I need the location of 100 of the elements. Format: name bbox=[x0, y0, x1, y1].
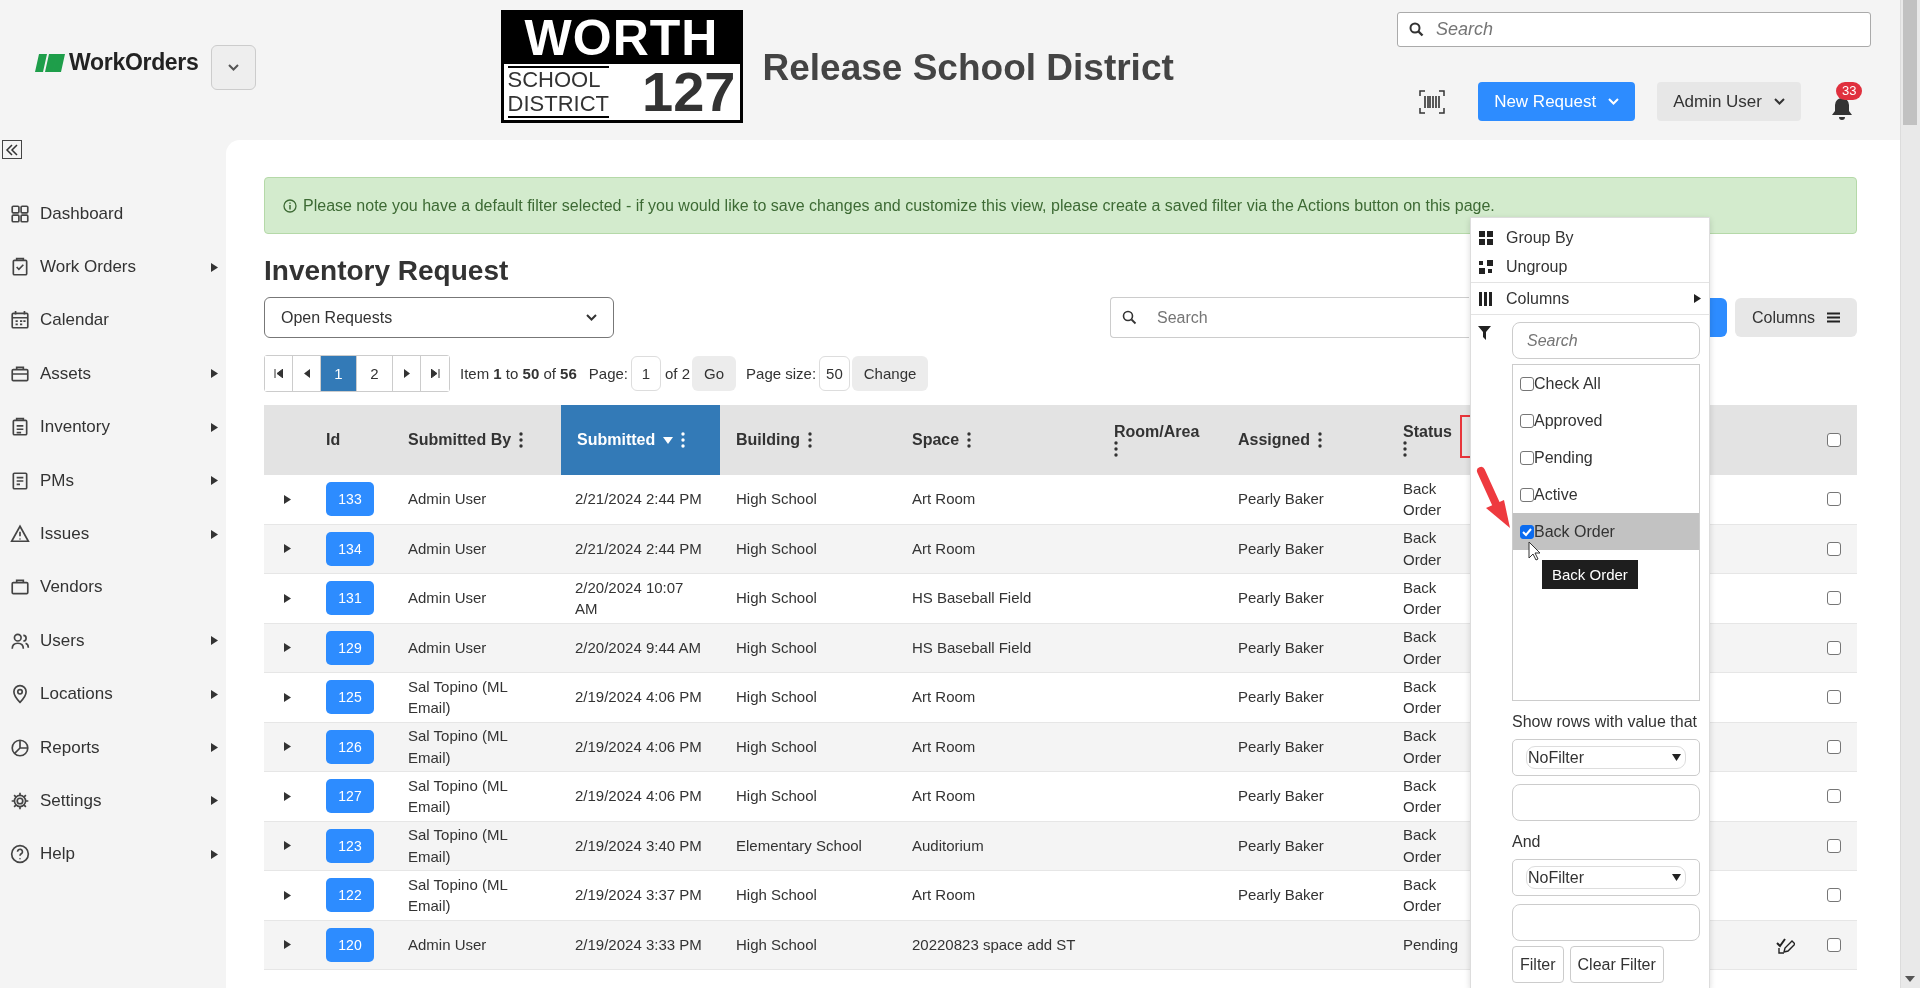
sidebar-item[interactable]: Users bbox=[0, 614, 226, 668]
table-cell-text: High School bbox=[736, 637, 817, 658]
table-cell-text: Back Order bbox=[1403, 478, 1443, 521]
table-cell-text: High School bbox=[736, 736, 817, 757]
menu-item[interactable]: Ungroup bbox=[1471, 252, 1709, 281]
table-cell-text: High School bbox=[736, 588, 817, 609]
table-cell-text: Admin User bbox=[408, 637, 487, 658]
filter-search-field[interactable]: Search bbox=[1512, 322, 1700, 359]
table-cell-text: Art Room bbox=[912, 687, 976, 708]
list-option[interactable]: Approved bbox=[1513, 402, 1699, 439]
page-size-input[interactable]: 50 bbox=[819, 356, 850, 391]
sidebar-item[interactable]: Assets bbox=[0, 347, 226, 401]
table-cell-text: Sal Topino (ML Email) bbox=[408, 825, 509, 867]
table-cell-text: Art Room bbox=[912, 786, 976, 807]
sidebar-item[interactable]: Calendar bbox=[0, 293, 226, 348]
table-cell-text: Art Room bbox=[912, 736, 976, 757]
table-cell-text: Back Order bbox=[1403, 528, 1443, 570]
logo-text: SCHOOL bbox=[507, 68, 602, 92]
table-cell-text: Sal Topino (ML Email) bbox=[408, 726, 509, 768]
table-cell-text: Pearly Baker bbox=[1238, 637, 1324, 658]
sidebar-item[interactable]: Settings bbox=[0, 774, 226, 828]
column-header[interactable]: Status bbox=[1403, 423, 1452, 441]
table-cell-text: Admin User bbox=[408, 489, 487, 510]
table-cell-text: 20220823 space add ST bbox=[912, 934, 1076, 955]
table-cell-text: 2/19/2024 3:37 PM bbox=[575, 885, 702, 906]
logo-text: 127 bbox=[642, 64, 736, 120]
columns-button[interactable]: Columns bbox=[1735, 298, 1857, 337]
table-cell-text: 2/20/2024 10:07 AM bbox=[575, 577, 685, 620]
and-label: And bbox=[1512, 833, 1542, 851]
table-cell-text: High School bbox=[736, 885, 817, 906]
search-field[interactable]: Search bbox=[1397, 12, 1871, 47]
table-cell-text: 2/21/2024 2:44 PM bbox=[575, 538, 702, 559]
search-field[interactable]: Search bbox=[1110, 297, 1469, 338]
view-select[interactable]: Open Requests bbox=[264, 297, 614, 338]
sidebar-item[interactable]: Dashboard bbox=[0, 187, 226, 241]
page-label: Page: bbox=[588, 365, 628, 382]
table-cell-text: Sal Topino (ML Email) bbox=[408, 676, 509, 719]
notification-badge: 33 bbox=[1836, 82, 1863, 100]
table-cell-text: Pearly Baker bbox=[1238, 489, 1324, 510]
table-cell-text: Pearly Baker bbox=[1238, 835, 1324, 856]
column-header[interactable]: Submitted By bbox=[408, 431, 512, 449]
sidebar-item[interactable]: Help bbox=[0, 827, 226, 882]
sidebar-item[interactable]: PMs bbox=[0, 453, 226, 508]
column-header[interactable]: Room/Area bbox=[1114, 423, 1200, 441]
list-option[interactable]: Active bbox=[1513, 476, 1699, 513]
table-cell-text: 2/19/2024 4:06 PM bbox=[575, 786, 702, 807]
menu-item[interactable]: Columns bbox=[1471, 284, 1709, 313]
condition-label: Show rows with value that bbox=[1512, 713, 1698, 731]
table-cell-text: Back Order bbox=[1403, 775, 1443, 818]
table-cell-text: Back Order bbox=[1403, 627, 1443, 669]
table-cell-text: Elementary School bbox=[736, 835, 862, 856]
list-option[interactable]: Back Order bbox=[1513, 513, 1699, 550]
sidebar-item[interactable]: Inventory bbox=[0, 400, 226, 454]
item-range: Item 1 to 50 of 56 bbox=[460, 365, 577, 382]
table-cell-text: Admin User bbox=[408, 588, 487, 609]
app-name: WorkOrders bbox=[69, 49, 199, 76]
filter-button[interactable]: Filter bbox=[1512, 946, 1564, 983]
table-cell-text: HS Baseball Field bbox=[912, 637, 1032, 658]
page-button[interactable]: 1 bbox=[321, 356, 357, 391]
sidebar-item[interactable]: Reports bbox=[0, 720, 226, 775]
sidebar-item[interactable]: Issues bbox=[0, 507, 226, 561]
table-cell-text: 2/21/2024 2:44 PM bbox=[575, 489, 702, 510]
sidebar-item[interactable]: Work Orders bbox=[0, 240, 226, 294]
table-cell-text: Pearly Baker bbox=[1238, 538, 1324, 559]
operator-select[interactable]: NoFilter bbox=[1512, 859, 1700, 896]
table-cell-text: Pearly Baker bbox=[1238, 786, 1324, 807]
logo-text: DISTRICT bbox=[507, 92, 609, 116]
page-input[interactable]: 1 bbox=[631, 356, 661, 391]
table-cell-text: Pending bbox=[1403, 934, 1459, 955]
table-cell-text: 2/19/2024 4:06 PM bbox=[575, 687, 702, 708]
sidebar-item[interactable]: Vendors bbox=[0, 560, 226, 615]
logo-text: WORTH bbox=[503, 13, 740, 64]
table-cell-text: Admin User bbox=[408, 538, 487, 559]
column-header[interactable]: Building bbox=[736, 431, 800, 449]
table-cell-text: Pearly Baker bbox=[1238, 885, 1324, 906]
table-cell-text: HS Baseball Field bbox=[912, 588, 1032, 609]
sorted-column-header[interactable]: Submitted bbox=[561, 405, 720, 475]
go-button[interactable]: Go bbox=[692, 356, 737, 391]
list-option[interactable]: Check All bbox=[1513, 365, 1699, 402]
table-cell-text: Art Room bbox=[912, 885, 976, 906]
sidebar-item[interactable]: Locations bbox=[0, 667, 226, 721]
user-menu-button[interactable]: Admin User bbox=[1657, 82, 1801, 121]
page-title: Inventory Request bbox=[264, 254, 509, 288]
list-option[interactable]: Pending bbox=[1513, 439, 1699, 476]
filter-button[interactable]: Clear Filter bbox=[1569, 946, 1664, 983]
table-cell-text: 2/19/2024 3:33 PM bbox=[575, 934, 702, 955]
table-cell-text: Back Order bbox=[1403, 874, 1443, 917]
column-header[interactable]: Space bbox=[912, 431, 960, 449]
column-header[interactable]: Assigned bbox=[1238, 431, 1310, 449]
table-cell-text: Admin User bbox=[408, 934, 487, 955]
column-header[interactable]: Id bbox=[326, 431, 341, 449]
change-button[interactable]: Change bbox=[851, 356, 929, 391]
menu-item[interactable]: Group By bbox=[1471, 223, 1709, 252]
table-cell-text: Pearly Baker bbox=[1238, 687, 1324, 708]
operator-select[interactable]: NoFilter bbox=[1512, 739, 1700, 776]
table-cell-text: Pearly Baker bbox=[1238, 736, 1324, 757]
table-cell-text: Back Order bbox=[1403, 676, 1443, 719]
table-cell-text: 2/20/2024 9:44 AM bbox=[575, 637, 701, 658]
page-count: of 2 bbox=[665, 365, 690, 382]
table-cell-text: Back Order bbox=[1403, 577, 1443, 620]
